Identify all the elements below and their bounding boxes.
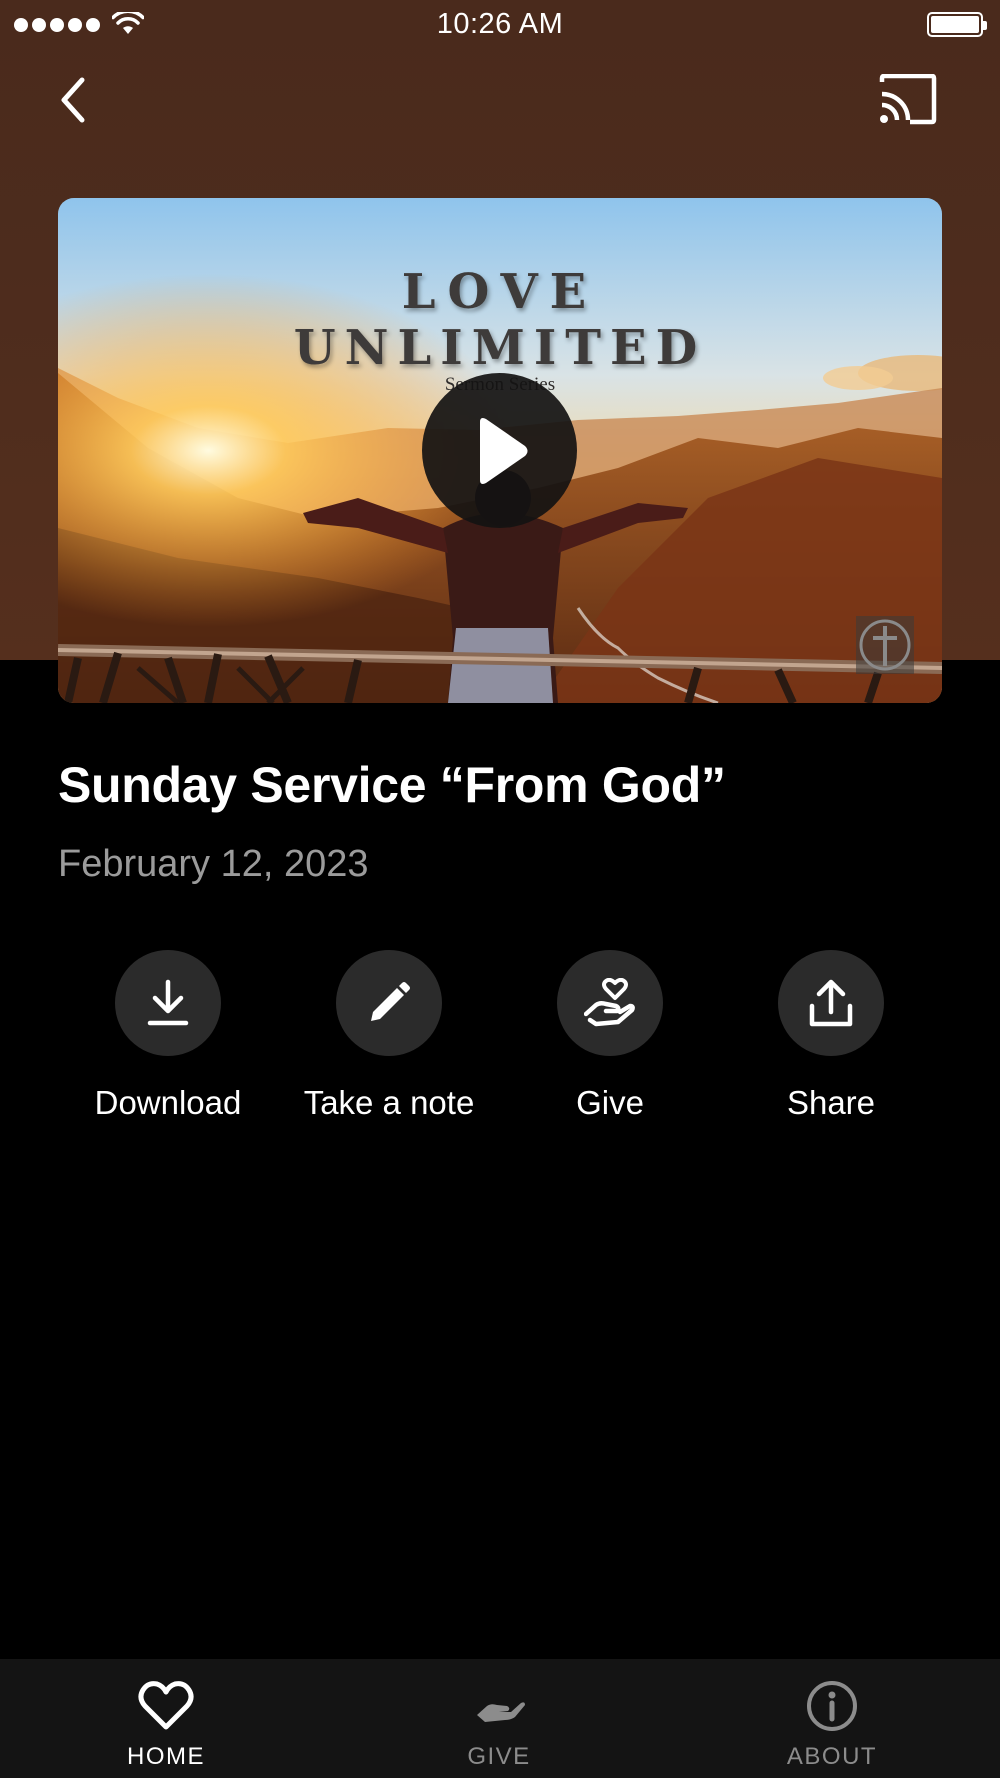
download-button[interactable]: Download xyxy=(58,950,278,1122)
hand-icon xyxy=(477,1702,525,1722)
take-note-circle[interactable] xyxy=(336,950,442,1056)
download-label: Download xyxy=(94,1084,242,1121)
status-time: 10:26 AM xyxy=(436,8,564,40)
battery-icon xyxy=(927,12,987,37)
sermon-title: Sunday Service “From God” xyxy=(58,757,726,813)
status-bar: 10:26 AM xyxy=(0,0,1000,50)
series-title-line1: LOVE xyxy=(401,264,599,320)
tab-home[interactable]: HOME xyxy=(56,1659,276,1778)
series-title-line2: UNLIMITED xyxy=(293,320,707,376)
pencil-icon xyxy=(371,982,410,1021)
tab-home-label: HOME xyxy=(127,1743,205,1770)
download-circle[interactable] xyxy=(115,950,221,1056)
share-icon xyxy=(809,979,853,1027)
give-label: Give xyxy=(576,1084,644,1121)
bottom-tab-bar: HOME GIVE ABOUT xyxy=(0,1659,1000,1778)
share-button[interactable]: Share xyxy=(721,950,941,1122)
tab-give-label: GIVE xyxy=(467,1743,531,1770)
sermon-date: February 12, 2023 xyxy=(58,843,369,885)
share-circle[interactable] xyxy=(778,950,884,1056)
heart-hand-icon xyxy=(584,978,635,1027)
download-icon xyxy=(147,979,189,1026)
video-thumbnail[interactable]: LOVE UNLIMITED Sermon Series xyxy=(58,198,942,703)
give-circle[interactable] xyxy=(557,950,663,1056)
heart-icon xyxy=(138,1681,194,1730)
play-icon xyxy=(479,417,527,484)
play-button[interactable] xyxy=(422,373,577,528)
cast-button[interactable] xyxy=(876,73,938,126)
cast-icon xyxy=(879,73,937,125)
church-logo-icon xyxy=(856,616,914,674)
take-note-button[interactable]: Take a note xyxy=(279,950,499,1122)
info-icon xyxy=(807,1681,857,1731)
tab-give[interactable]: GIVE xyxy=(389,1659,609,1778)
tab-about-label: ABOUT xyxy=(786,1743,878,1770)
give-button[interactable]: Give xyxy=(500,950,720,1122)
share-label: Share xyxy=(786,1084,876,1121)
take-note-label: Take a note xyxy=(303,1084,475,1121)
chevron-left-icon xyxy=(61,77,85,123)
tab-about[interactable]: ABOUT xyxy=(722,1659,942,1778)
back-button[interactable] xyxy=(52,70,104,130)
